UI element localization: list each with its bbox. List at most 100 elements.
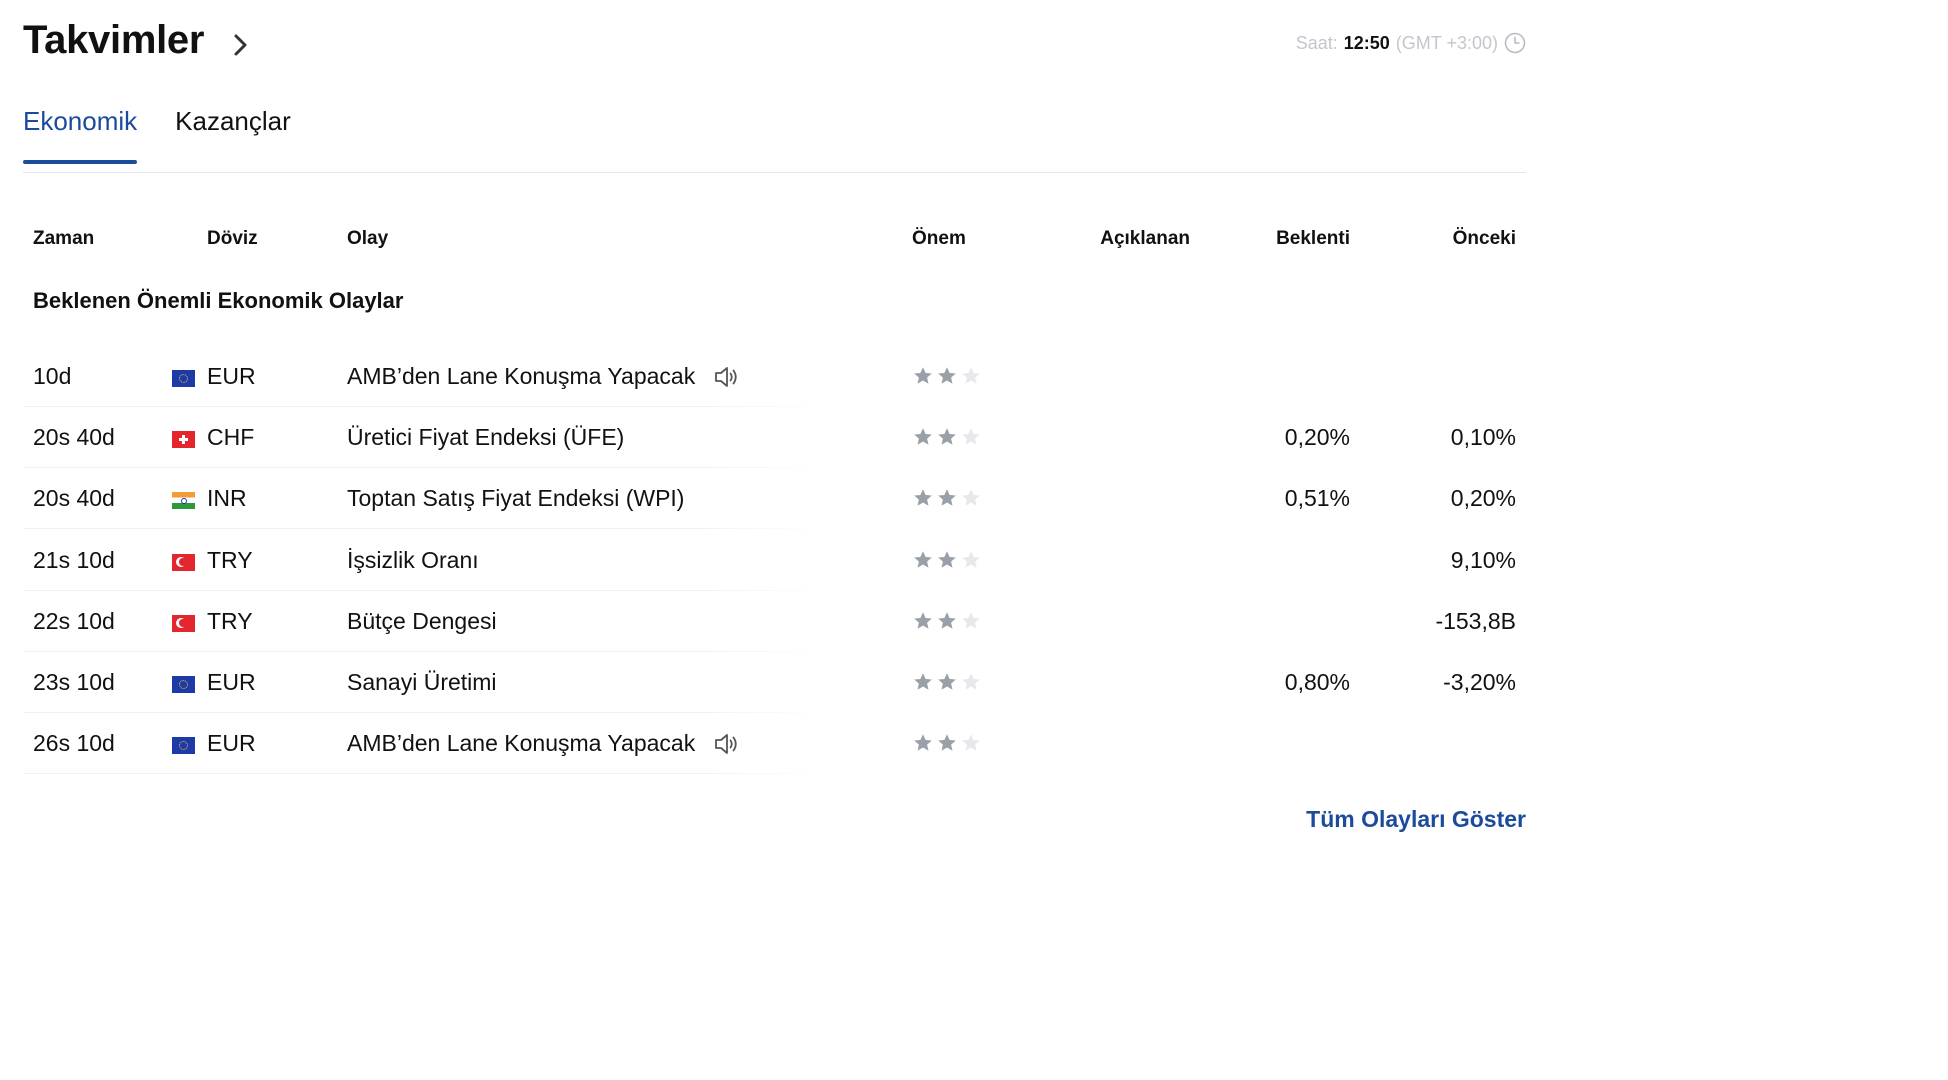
row-content: 20s 40d CHF Üretici Fiyat Endeksi (ÜFE) 0,2…	[0, 408, 1550, 468]
tab-ekonomik[interactable]: Ekonomik	[23, 106, 138, 164]
event-name-cell: Sanayi Üretimi	[347, 669, 497, 696]
event-time: 21s 10d	[33, 546, 115, 573]
importance-stars	[912, 610, 982, 632]
event-name-cell: Bütçe Dengesi	[347, 608, 497, 635]
event-time: 26s 10d	[33, 730, 115, 757]
clock-icon[interactable]	[1504, 32, 1526, 54]
star-empty-icon	[962, 550, 980, 568]
star-filled-icon	[914, 611, 932, 629]
event-previous: 0,20%	[1450, 485, 1516, 512]
tr-flag-icon	[172, 553, 195, 571]
chevron-right-icon[interactable]	[228, 30, 254, 60]
column-header-zaman: Zaman	[33, 228, 95, 249]
clock: Saat: 12:50 (GMT +3:00)	[1296, 32, 1526, 54]
event-forecast: 0,20%	[1284, 424, 1350, 451]
importance-stars	[912, 487, 982, 509]
event-name-cell: AMB’den Lane Konuşma Yapacak	[347, 363, 741, 390]
event-name-cell: AMB’den Lane Konuşma Yapacak	[347, 730, 741, 757]
clock-label: Saat:	[1295, 32, 1338, 53]
table-row[interactable]: 21s 10d TRY İşsizlik Oranı 9,10%	[0, 531, 1550, 591]
importance-stars	[912, 426, 982, 448]
clock-time: 12:50	[1343, 32, 1390, 53]
column-header-onem: Önem	[912, 228, 966, 249]
table-row[interactable]: 20s 40d INR Toptan Satış Fiyat Endeksi (WP…	[0, 469, 1550, 530]
column-header-onceki: Önceki	[1452, 228, 1516, 249]
tab-bar: Ekonomik Kazançlar	[23, 106, 291, 164]
event-time: 10d	[33, 363, 72, 389]
event-forecast: 0,51%	[1284, 485, 1350, 512]
star-filled-icon	[914, 673, 932, 690]
star-empty-icon	[962, 489, 980, 507]
row-content: 23s 10d EUR Sanayi Üretimi 0,80% -3,20%	[0, 653, 1550, 713]
speaker-icon[interactable]	[713, 364, 741, 390]
speaker-icon[interactable]	[713, 731, 741, 757]
eu-flag-icon	[172, 370, 195, 387]
event-previous: -3,20%	[1443, 669, 1516, 695]
star-filled-icon	[914, 428, 932, 445]
event-name[interactable]: Sanayi Üretimi	[347, 669, 497, 696]
tab-kazanclar[interactable]: Kazançlar	[175, 106, 291, 161]
event-currency: TRY	[207, 607, 253, 634]
event-name[interactable]: AMB’den Lane Konuşma Yapacak	[347, 730, 695, 757]
economic-calendar-widget: Takvimler Saat: 12:50 (GMT +3:00) Ekonom…	[0, 0, 1550, 880]
tab-divider	[23, 172, 1526, 173]
importance-stars	[912, 365, 982, 387]
row-content: 22s 10d TRY Bütçe Dengesi -153,8B	[0, 592, 1550, 652]
star-empty-icon	[962, 367, 980, 384]
eu-flag-icon	[172, 676, 195, 693]
table-header: Zaman Döviz Olay Önem Açıklanan Beklenti…	[0, 228, 1550, 258]
event-previous: 0,10%	[1450, 424, 1516, 451]
star-filled-icon	[938, 550, 956, 568]
event-time: 20s 40d	[33, 424, 115, 451]
event-name[interactable]: Toptan Satış Fiyat Endeksi (WPI)	[347, 485, 684, 512]
show-all-events-link[interactable]: Tüm Olayları Göster	[1306, 806, 1526, 833]
in-flag-icon	[172, 492, 195, 510]
event-time: 22s 10d	[33, 607, 115, 634]
event-previous: 9,10%	[1450, 546, 1516, 573]
event-previous: -153,8B	[1435, 607, 1516, 634]
star-empty-icon	[962, 734, 980, 751]
table-row[interactable]: 10d EUR AMB’den Lane Konuşma Yapacak	[0, 347, 1550, 407]
event-forecast: 0,80%	[1284, 669, 1350, 695]
star-filled-icon	[914, 734, 932, 751]
section-title: Beklenen Önemli Ekonomik Olaylar	[33, 288, 404, 313]
event-name[interactable]: Üretici Fiyat Endeksi (ÜFE)	[347, 424, 624, 451]
star-filled-icon	[914, 550, 932, 568]
column-header-doviz: Döviz	[207, 228, 258, 249]
star-filled-icon	[938, 734, 956, 751]
event-name-cell: İşsizlik Oranı	[347, 547, 479, 574]
star-empty-icon	[962, 428, 980, 445]
ch-flag-icon	[172, 431, 195, 449]
star-filled-icon	[938, 428, 956, 445]
page-title[interactable]: Takvimler	[23, 18, 204, 63]
star-empty-icon	[962, 611, 980, 629]
table-row[interactable]: 23s 10d EUR Sanayi Üretimi 0,80% -3,20%	[0, 653, 1550, 713]
clock-timezone: (GMT +3:00)	[1395, 32, 1498, 53]
event-currency: TRY	[207, 546, 253, 573]
column-header-olay: Olay	[347, 228, 389, 249]
row-content: 10d EUR AMB’den Lane Konuşma Yapacak	[0, 347, 1550, 407]
event-currency: INR	[207, 485, 247, 512]
event-name-cell: Toptan Satış Fiyat Endeksi (WPI)	[347, 485, 684, 512]
column-header-aciklanan: Açıklanan	[1100, 228, 1190, 249]
event-name[interactable]: Bütçe Dengesi	[347, 608, 497, 635]
eu-flag-icon	[172, 737, 195, 755]
table-row[interactable]: 20s 40d CHF Üretici Fiyat Endeksi (ÜFE) 0,2…	[0, 408, 1550, 469]
event-currency: EUR	[207, 363, 256, 389]
star-filled-icon	[938, 611, 956, 629]
event-currency: EUR	[207, 730, 256, 757]
event-name[interactable]: İşsizlik Oranı	[347, 547, 479, 574]
star-filled-icon	[914, 367, 932, 384]
importance-stars	[912, 549, 982, 571]
tr-flag-icon	[172, 614, 195, 632]
row-content: 26s 10d EUR AMB’den Lane Konuşma Yapacak	[0, 714, 1550, 774]
table-row[interactable]: 22s 10d TRY Bütçe Dengesi -153,8B	[0, 592, 1550, 652]
star-filled-icon	[938, 489, 956, 507]
event-currency: EUR	[207, 669, 256, 695]
star-filled-icon	[938, 367, 956, 384]
column-header-beklenti: Beklenti	[1276, 228, 1350, 249]
table-row[interactable]: 26s 10d EUR AMB’den Lane Konuşma Yapacak	[0, 714, 1550, 775]
event-name[interactable]: AMB’den Lane Konuşma Yapacak	[347, 363, 695, 390]
row-content: 21s 10d TRY İşsizlik Oranı 9,10%	[0, 531, 1550, 591]
event-time: 23s 10d	[33, 669, 115, 695]
